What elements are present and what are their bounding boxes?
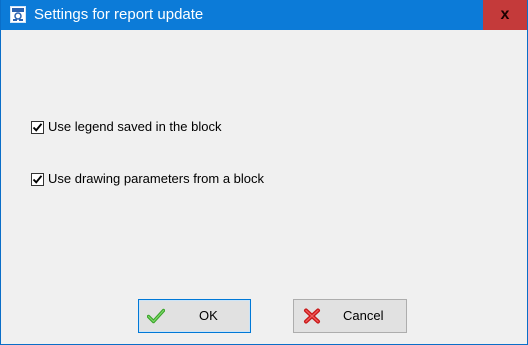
use-drawing-params-checkbox[interactable] (31, 172, 44, 186)
option-use-drawing-params[interactable]: Use drawing parameters from a block (31, 171, 264, 187)
title-bar[interactable]: Settings for report update x (1, 0, 527, 30)
app-icon (10, 6, 26, 23)
settings-dialog: Settings for report update x Use legend … (0, 0, 528, 345)
ok-button[interactable]: OK (138, 299, 251, 333)
red-x-icon (303, 308, 321, 324)
ok-button-label: OK (199, 308, 218, 323)
use-legend-checkbox[interactable] (31, 120, 44, 134)
checkmark-icon (32, 174, 43, 184)
close-button[interactable]: x (483, 0, 527, 30)
checkmark-icon (32, 122, 43, 132)
option-use-legend[interactable]: Use legend saved in the block (31, 119, 221, 135)
dialog-body: Use legend saved in the block Use drawin… (1, 30, 527, 344)
window-title: Settings for report update (34, 6, 204, 23)
cancel-button[interactable]: Cancel (293, 299, 407, 333)
use-legend-label: Use legend saved in the block (48, 119, 222, 134)
cancel-button-label: Cancel (343, 308, 384, 323)
use-drawing-params-label: Use drawing parameters from a block (48, 171, 265, 186)
close-icon: x (500, 6, 510, 23)
checkmark-icon (146, 308, 166, 324)
